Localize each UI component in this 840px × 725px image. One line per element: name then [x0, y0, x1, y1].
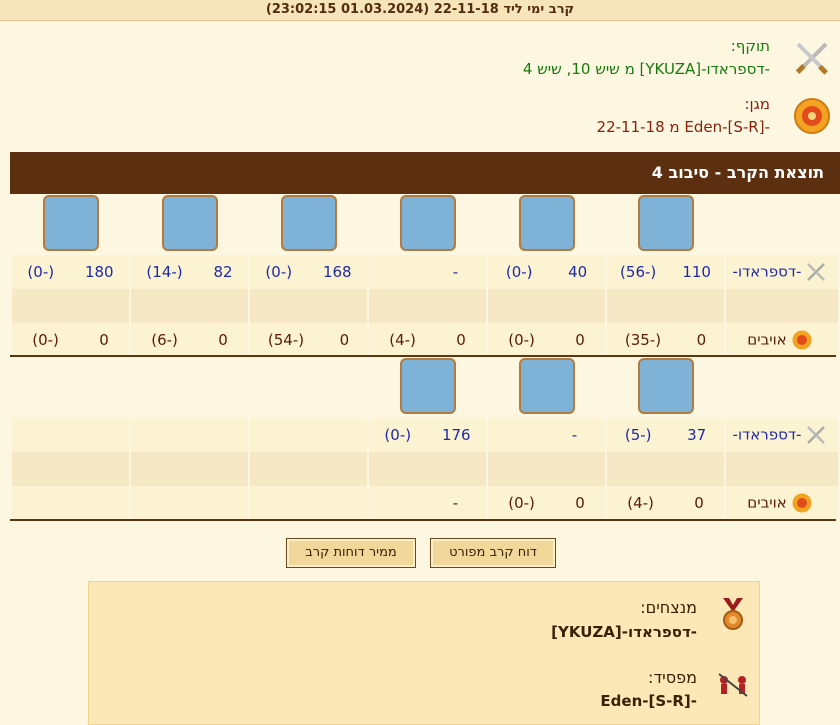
- crossed-swords-icon: [795, 42, 828, 75]
- attacker-row: -דספראדו- 110 (-56) 40 (-0) - 168 (-0) 82 (-…: [12, 255, 838, 289]
- unit-loss: (-0): [508, 331, 535, 349]
- attacker-block: תוקף: -דספראדו-[YKUZA] מ שיש 10, שיש 4: [0, 30, 840, 90]
- unit-loss: (-0): [384, 426, 412, 444]
- rocket-ship-icon[interactable]: [518, 358, 575, 414]
- shield-icon: [792, 493, 812, 513]
- battle-report-title: קרב ימי ליד 22-11-18 (01.03.2024 23:02:1…: [0, 0, 840, 21]
- crossed-swords-icon: [807, 263, 826, 281]
- unit-count: -: [452, 263, 459, 281]
- loser-label: מפסיד:: [648, 668, 697, 687]
- unit-count: 180: [84, 263, 114, 281]
- unit-loss: (-0): [32, 331, 59, 349]
- unit-count: 110: [682, 263, 711, 281]
- unit-loss: (-0): [27, 263, 55, 281]
- attacker-row-label: -דספראדו-: [732, 262, 802, 281]
- unit-count: 82: [213, 263, 233, 281]
- battle-result-header: תוצאת הקרב - סיבוב 4: [10, 152, 840, 194]
- unit-count: 0: [218, 331, 228, 349]
- steam-ram-ship-icon[interactable]: [637, 195, 694, 251]
- winners-label: מנצחים:: [640, 598, 697, 617]
- unit-count: 0: [339, 331, 350, 349]
- mortar-ship-icon[interactable]: [161, 195, 218, 251]
- unit-loss: (-54): [267, 331, 305, 349]
- defender-row-label: אויבים: [747, 493, 787, 512]
- unit-loss: (-14): [146, 263, 183, 281]
- medal-icon: [723, 598, 743, 630]
- diving-boat-icon[interactable]: [399, 358, 456, 414]
- detailed-report-button[interactable]: דוח קרב מפורט: [430, 538, 556, 568]
- shield-icon: [794, 98, 830, 134]
- winners-name[interactable]: -דספראדו-[YKUZA]: [551, 623, 697, 641]
- unit-count: -: [452, 494, 459, 512]
- unit-count: 0: [456, 331, 466, 349]
- unit-count: 0: [696, 331, 707, 349]
- battle-outcome-box: מנצחים: -דספראדו-[YKUZA] מפסיד: -Eden-[S…: [88, 581, 760, 725]
- defender-row: אויבים 0 (-4) 0 (-0) -: [12, 486, 838, 520]
- units-table-2: -דספראדו- 37 (-5) - 176 (-0) אויבים 0 (-4) …: [10, 358, 840, 520]
- spacer-row: [12, 289, 838, 323]
- submarine-icon[interactable]: [637, 358, 694, 414]
- unit-loss: (-0): [265, 263, 293, 281]
- empty-cell: [726, 358, 838, 418]
- unit-count: -: [571, 426, 578, 444]
- section-divider: [10, 519, 836, 521]
- loser-name[interactable]: -Eden-[S-R]: [600, 692, 697, 710]
- unit-loss: (-35): [624, 331, 662, 349]
- unit-count: 0: [694, 494, 704, 512]
- defender-row-label: אויבים: [747, 330, 787, 349]
- unit-count: 168: [322, 263, 352, 281]
- report-converter-button[interactable]: ממיר דוחות קרב: [286, 538, 416, 568]
- unit-count: 37: [687, 426, 707, 444]
- unit-loss: (-56): [620, 263, 657, 281]
- attacker-row: -דספראדו- 37 (-5) - 176 (-0): [12, 418, 838, 452]
- unit-loss: (-4): [627, 494, 654, 512]
- ballista-ship-icon[interactable]: [518, 195, 575, 251]
- unit-loss: (-5): [624, 426, 652, 444]
- unit-count: 0: [99, 331, 109, 349]
- unit-loss: (-0): [508, 494, 535, 512]
- unit-image-row: [12, 195, 838, 255]
- empty-cell: [726, 195, 838, 255]
- unit-loss: (-6): [151, 331, 178, 349]
- defender-row: אויבים 0 (-35) 0 (-0) 0 (-4) 0 (-54) 0 (-6) 0…: [12, 323, 838, 357]
- spacer-row: [12, 452, 838, 486]
- attacker-label: תוקף:: [730, 37, 770, 55]
- attacker-row-label: -דספראדו-: [732, 425, 802, 444]
- units-table-1: -דספראדו- 110 (-56) 40 (-0) - 168 (-0) 82 (-…: [10, 195, 840, 357]
- unit-image-row: [12, 358, 838, 418]
- defender-block: מגן: -Eden-[S-R] מ 22-11-18: [0, 88, 840, 148]
- fire-ship-icon[interactable]: [280, 195, 337, 251]
- unit-count: 0: [575, 494, 585, 512]
- defender-label: מגן:: [744, 95, 770, 113]
- ram-ship-icon[interactable]: [399, 195, 456, 251]
- paddle-steamer-icon[interactable]: [42, 195, 99, 251]
- defeated-soldiers-icon: [718, 673, 748, 697]
- section-divider: [10, 355, 836, 357]
- shield-icon: [792, 330, 812, 350]
- attacker-name[interactable]: -דספראדו-[YKUZA] מ שיש 10, שיש 4: [523, 60, 770, 78]
- unit-count: 0: [575, 331, 585, 349]
- unit-count: 176: [441, 426, 471, 444]
- crossed-swords-icon: [807, 426, 826, 444]
- defender-name[interactable]: -Eden-[S-R] מ 22-11-18: [597, 118, 770, 136]
- unit-loss: (-4): [389, 331, 416, 349]
- unit-loss: (-0): [505, 263, 533, 281]
- unit-count: 40: [568, 263, 588, 281]
